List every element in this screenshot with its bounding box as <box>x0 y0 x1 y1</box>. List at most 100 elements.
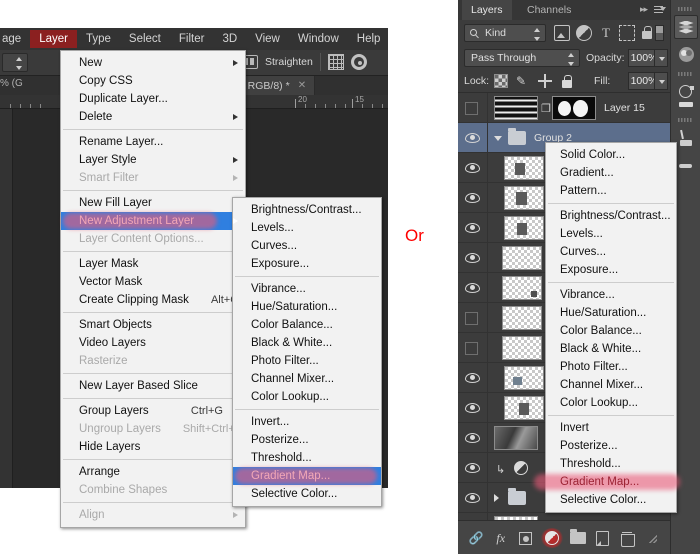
layers-panel-footer[interactable]: 🔗 fx <box>458 520 670 554</box>
chevron-down-icon[interactable] <box>494 136 502 141</box>
menu-item-copy-css[interactable]: Copy CSS <box>61 72 245 90</box>
menubar-item-type[interactable]: Type <box>77 30 120 48</box>
submenu-item-invert[interactable]: Invert... <box>233 413 381 431</box>
menu-item-smart-objects[interactable]: Smart Objects <box>61 316 245 334</box>
grid-overlay-icon[interactable] <box>327 54 344 70</box>
visibility-toggle[interactable] <box>465 312 478 325</box>
visibility-toggle[interactable] <box>465 282 480 294</box>
ctx-item-gradient[interactable]: Gradient... <box>546 164 676 182</box>
menu-item-group-layers[interactable]: Group Layers Ctrl+G <box>61 402 245 420</box>
menu-bar[interactable]: age Layer Type Select Filter 3D View Win… <box>0 28 388 50</box>
menubar-item-window[interactable]: Window <box>289 30 348 48</box>
submenu-item-vibrance[interactable]: Vibrance... <box>233 280 381 298</box>
delete-layer-icon[interactable] <box>618 529 636 547</box>
submenu-item-brightness-contrast[interactable]: Brightness/Contrast... <box>233 201 381 219</box>
table-row[interactable] <box>458 513 670 520</box>
layer-thumbnail[interactable] <box>504 156 544 180</box>
visibility-toggle[interactable] <box>465 192 480 204</box>
submenu-item-color-lookup[interactable]: Color Lookup... <box>233 388 381 406</box>
layers-panel-icon[interactable] <box>674 15 698 39</box>
menubar-item-3d[interactable]: 3D <box>213 30 246 48</box>
layer-filter-row[interactable]: Kind T <box>458 20 670 46</box>
submenu-item-threshold[interactable]: Threshold... <box>233 449 381 467</box>
menu-item-new-adjustment-layer[interactable]: New Adjustment Layer <box>61 212 245 230</box>
shape-filter-icon[interactable] <box>619 25 635 41</box>
menu-item-layer-style[interactable]: Layer Style <box>61 151 245 169</box>
lock-image-pixels-icon[interactable]: ✎ <box>516 74 530 88</box>
submenu-item-photo-filter[interactable]: Photo Filter... <box>233 352 381 370</box>
menubar-item-help[interactable]: Help <box>348 30 390 48</box>
visibility-toggle[interactable] <box>465 462 480 474</box>
ctx-item-posterize[interactable]: Posterize... <box>546 437 676 455</box>
type-filter-icon[interactable]: T <box>598 25 614 41</box>
ctx-item-levels[interactable]: Levels... <box>546 225 676 243</box>
layer-thumbnail[interactable] <box>494 96 538 120</box>
ctx-item-color-balance[interactable]: Color Balance... <box>546 322 676 340</box>
adjustment-filter-icon[interactable] <box>576 25 592 41</box>
brush-settings-icon[interactable] <box>674 152 698 176</box>
submenu-item-levels[interactable]: Levels... <box>233 219 381 237</box>
visibility-toggle[interactable] <box>465 132 480 144</box>
layer-style-fx-icon[interactable]: fx <box>492 529 510 547</box>
channels-panel-icon[interactable] <box>674 42 698 66</box>
3d-panel-icon[interactable] <box>674 80 698 104</box>
visibility-toggle[interactable] <box>465 342 478 355</box>
close-icon[interactable]: ✕ <box>298 80 306 91</box>
menu-item-new-layer-based-slice[interactable]: New Layer Based Slice <box>61 377 245 395</box>
menu-item-new-fill-layer[interactable]: New Fill Layer <box>61 194 245 212</box>
rail-drag-handle[interactable] <box>678 118 692 122</box>
gear-icon[interactable] <box>350 54 367 70</box>
layer-thumbnail[interactable] <box>502 336 542 360</box>
menubar-item-filter[interactable]: Filter <box>170 30 214 48</box>
visibility-toggle[interactable] <box>465 372 480 384</box>
rail-drag-handle[interactable] <box>678 72 692 76</box>
layer-name[interactable]: Layer 15 <box>604 102 645 114</box>
new-group-icon[interactable] <box>569 529 587 547</box>
ctx-item-curves[interactable]: Curves... <box>546 243 676 261</box>
layer-thumbnail[interactable] <box>504 186 544 210</box>
menubar-item-view[interactable]: View <box>246 30 289 48</box>
menubar-item-layer[interactable]: Layer <box>30 30 77 48</box>
ctx-item-invert[interactable]: Invert <box>546 419 676 437</box>
collapse-panel-icon[interactable]: ▸▸ <box>640 4 648 15</box>
filter-enable-toggle[interactable] <box>655 25 664 41</box>
layer-thumbnail[interactable] <box>502 276 542 300</box>
add-layer-mask-icon[interactable] <box>516 529 534 547</box>
lock-row[interactable]: Lock: ✎ Fill: 100% <box>458 70 670 92</box>
menubar-item-select[interactable]: Select <box>120 30 170 48</box>
layer-thumbnail[interactable] <box>494 426 538 450</box>
ctx-item-photo-filter[interactable]: Photo Filter... <box>546 358 676 376</box>
menu-item-hide-layers[interactable]: Hide Layers <box>61 438 245 456</box>
rail-drag-handle[interactable] <box>678 7 692 11</box>
ctx-item-solid-color[interactable]: Solid Color... <box>546 146 676 164</box>
adjustment-layer-context-menu[interactable]: Solid Color... Gradient... Pattern... Br… <box>534 142 680 513</box>
panel-menu-icon[interactable] <box>654 5 666 15</box>
menu-item-new[interactable]: New <box>61 54 245 72</box>
layer-dropdown-menu[interactable]: New Copy CSS Duplicate Layer... Delete R… <box>60 50 262 528</box>
submenu-item-channel-mixer[interactable]: Channel Mixer... <box>233 370 381 388</box>
layer-mask-thumbnail[interactable] <box>552 96 596 120</box>
opacity-dropdown-icon[interactable] <box>654 49 668 67</box>
submenu-item-curves[interactable]: Curves... <box>233 237 381 255</box>
ctx-item-vibrance[interactable]: Vibrance... <box>546 286 676 304</box>
ctx-item-black-and-white[interactable]: Black & White... <box>546 340 676 358</box>
visibility-toggle[interactable] <box>465 432 480 444</box>
tab-layers[interactable]: Layers <box>462 0 512 20</box>
layer-thumbnail[interactable] <box>502 306 542 330</box>
menubar-item-image[interactable]: age <box>0 30 30 48</box>
submenu-item-selective-color[interactable]: Selective Color... <box>233 485 381 503</box>
submenu-item-black-and-white[interactable]: Black & White... <box>233 334 381 352</box>
ctx-item-selective-color[interactable]: Selective Color... <box>546 491 676 509</box>
visibility-toggle[interactable] <box>465 162 480 174</box>
blend-mode-row[interactable]: Pass Through Opacity: 100% <box>458 46 670 70</box>
chevron-right-icon[interactable] <box>494 494 499 502</box>
straighten-control[interactable]: Straighten <box>240 53 367 71</box>
panel-tab-controls[interactable]: ▸▸ <box>640 4 666 15</box>
ctx-item-gradient-map[interactable]: Gradient Map... <box>534 473 680 491</box>
resize-grip[interactable] <box>643 529 661 547</box>
menu-item-create-clipping-mask[interactable]: Create Clipping Mask Alt+Ctrl+G <box>61 291 262 309</box>
layer-thumbnail[interactable] <box>504 396 544 420</box>
blend-mode-select[interactable]: Pass Through <box>464 49 580 67</box>
pixel-filter-icon[interactable] <box>554 25 570 41</box>
new-layer-icon[interactable] <box>594 529 612 547</box>
